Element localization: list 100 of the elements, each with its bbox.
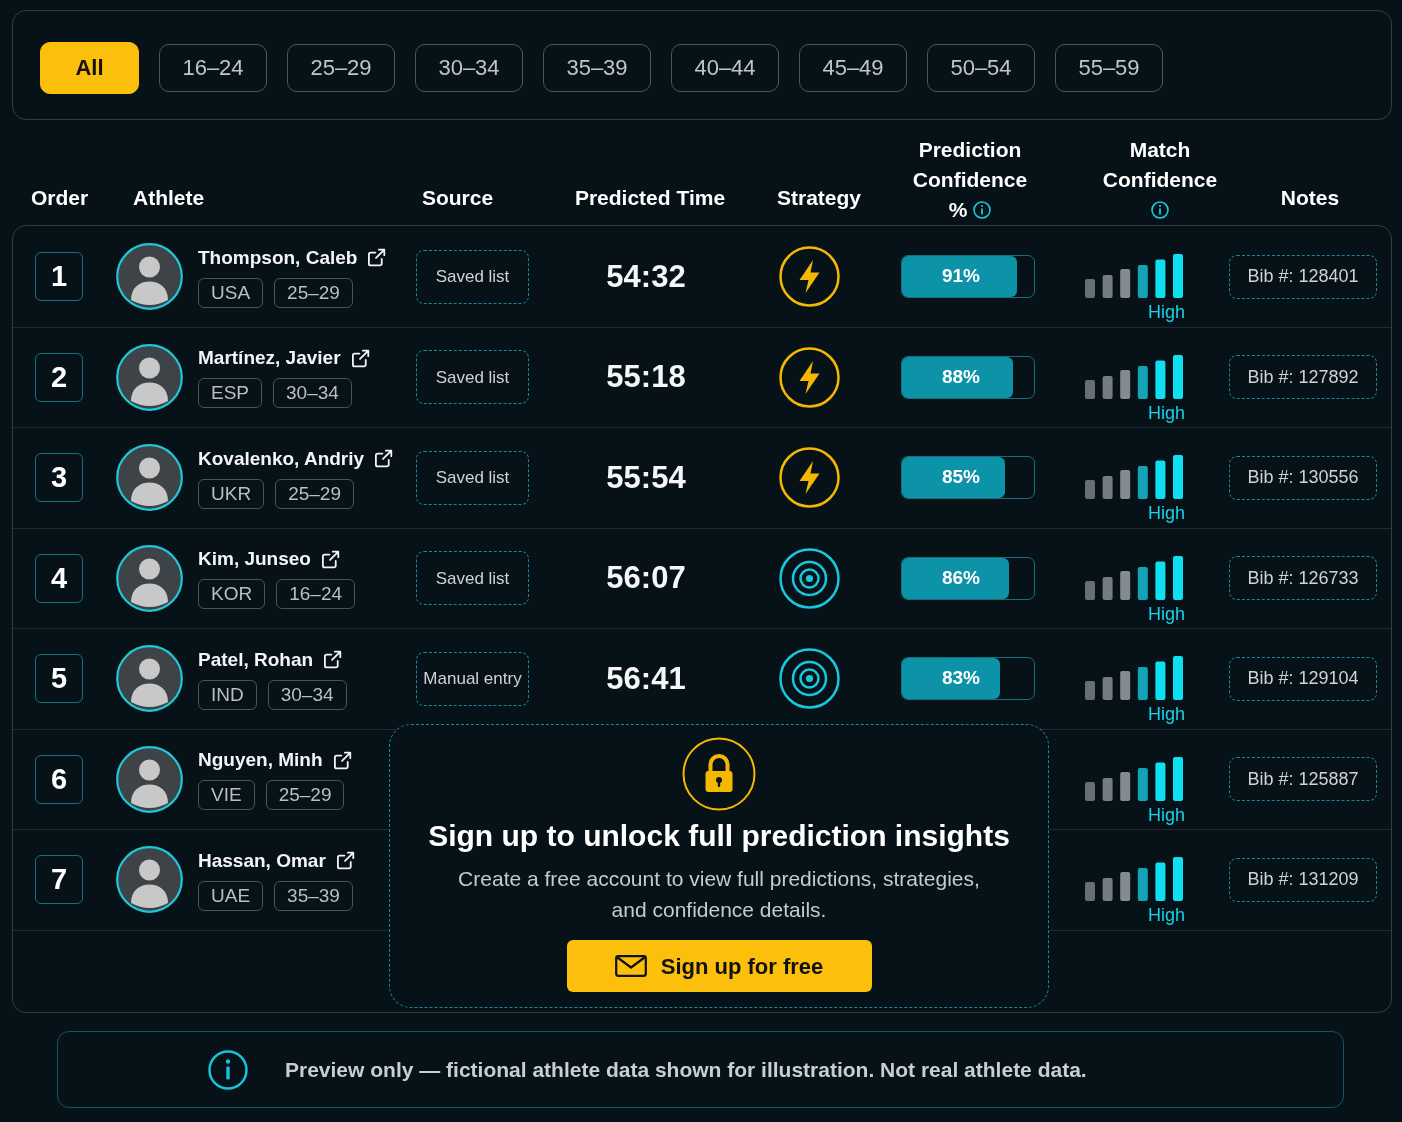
country-tag: KOR (198, 579, 266, 610)
age-group-tag: 30–34 (267, 679, 347, 710)
match-level-label: High (1147, 503, 1185, 523)
signal-bars-icon (1085, 254, 1185, 298)
avatar-icon (116, 343, 183, 411)
signal-bars-icon (1085, 354, 1185, 399)
rank-number: 5 (35, 654, 83, 704)
country-tag: UAE (198, 880, 264, 911)
external-link-icon[interactable] (321, 549, 340, 569)
signup-description: Create a free account to view full predictions, strategies, and confidence details. (457, 866, 981, 923)
age-group-tag: 25–29 (274, 277, 353, 308)
external-link-icon[interactable] (335, 851, 355, 871)
bib-note: Bib #: 131209 (1229, 857, 1377, 902)
column-header: Source (421, 185, 494, 211)
athlete-name: Kim, Junseo (198, 547, 311, 572)
source-tag: Saved list (416, 551, 529, 606)
confidence-percent: 83% (941, 666, 981, 691)
athlete-name: Kovalenko, Andriy (198, 446, 365, 471)
predicted-time: 56:07 (606, 559, 686, 597)
country-tag: ESP (198, 378, 263, 409)
avatar-icon (116, 745, 183, 813)
confidence-percent: 85% (941, 465, 981, 490)
bib-note: Bib #: 127892 (1229, 355, 1377, 400)
match-level-label: High (1147, 603, 1185, 624)
column-header: Notes (1280, 185, 1340, 211)
bib-note: Bib #: 126733 (1229, 556, 1377, 601)
source-tag: Saved list (416, 350, 529, 405)
rank-number: 4 (35, 553, 83, 603)
bib-note: Bib #: 128401 (1229, 254, 1377, 299)
athlete-name: Nguyen, Minh (198, 748, 323, 773)
external-link-icon[interactable] (374, 449, 394, 469)
predicted-time: 55:54 (606, 458, 686, 497)
athlete-name: Hassan, Omar (198, 848, 326, 873)
column-header: Prediction Confidence (911, 137, 1029, 193)
column-header: Match Confidence (1101, 137, 1219, 193)
envelope-icon (614, 955, 647, 977)
rank-number: 3 (35, 453, 83, 503)
notice-text: Preview only — fictional athlete data shown for illustration. Not real athlete data. (285, 1056, 1087, 1083)
age-filter-button[interactable]: 55–59 (1055, 44, 1163, 92)
confidence-percent: 91% (941, 264, 981, 289)
age-group-tag: 30–34 (273, 378, 352, 409)
age-filter-button[interactable]: 30–34 (415, 44, 523, 92)
info-icon[interactable] (1151, 201, 1169, 219)
column-header: Strategy (777, 185, 861, 211)
confidence-percent: 88% (941, 364, 981, 389)
age-filter-button[interactable]: 40–44 (671, 44, 779, 92)
bib-note: Bib #: 125887 (1229, 757, 1377, 802)
age-filter-button[interactable]: 50–54 (927, 44, 1035, 92)
age-filter-button[interactable]: 25–29 (287, 44, 395, 92)
source-tag: Saved list (416, 249, 529, 304)
avatar-icon (116, 544, 183, 612)
external-link-icon[interactable] (350, 348, 370, 368)
age-filter-button[interactable]: 45–49 (799, 44, 907, 92)
unit-label: % (948, 197, 968, 223)
signal-bars-icon (1085, 656, 1185, 700)
info-icon[interactable] (973, 201, 992, 219)
external-link-icon[interactable] (332, 750, 352, 770)
athlete-name: Martínez, Javier (198, 346, 341, 371)
lock-icon (682, 737, 756, 811)
signal-bars-icon (1085, 455, 1185, 499)
signal-bars-icon (1085, 857, 1185, 901)
signup-button[interactable]: Sign up for free (566, 940, 872, 992)
avatar-icon (116, 846, 183, 914)
rank-number: 2 (35, 352, 83, 402)
signup-title: Sign up to unlock full prediction insights (428, 818, 1010, 854)
country-tag: VIE (198, 780, 255, 811)
info-icon (208, 1049, 248, 1090)
column-header: Athlete (133, 185, 205, 211)
external-link-icon[interactable] (367, 248, 387, 268)
signal-bars-icon (1085, 555, 1185, 600)
age-filter-button[interactable]: 35–39 (543, 44, 651, 92)
athlete-name: Thompson, Caleb (198, 245, 358, 270)
predicted-time: 54:32 (606, 257, 686, 296)
avatar-icon (116, 444, 183, 512)
confidence-percent: 86% (941, 565, 981, 590)
match-level-label: High (1147, 302, 1185, 322)
age-group-tag: 35–39 (274, 880, 353, 911)
column-header: Order (31, 185, 89, 211)
age-group-tag: 25–29 (265, 780, 345, 811)
bib-note: Bib #: 129104 (1229, 656, 1377, 701)
source-tag: Saved list (416, 450, 529, 505)
age-group-tag: 16–24 (276, 579, 356, 610)
avatar-icon (116, 243, 183, 311)
age-filter-button[interactable]: All (40, 42, 139, 94)
country-tag: USA (198, 277, 264, 308)
country-tag: IND (198, 679, 257, 710)
avatar-icon (116, 645, 183, 713)
match-level-label: High (1147, 905, 1185, 925)
bib-note: Bib #: 130556 (1229, 455, 1377, 500)
source-tag: Manual entry (416, 651, 529, 706)
predicted-time: 56:41 (606, 659, 686, 698)
match-level-label: High (1147, 402, 1185, 423)
country-tag: UKR (198, 478, 265, 509)
column-header: Predicted Time (574, 185, 726, 211)
athlete-name: Patel, Rohan (198, 647, 314, 672)
age-filter-button[interactable]: 16–24 (159, 44, 267, 92)
predicted-time: 55:18 (606, 358, 686, 396)
external-link-icon[interactable] (323, 650, 343, 670)
age-group-tag: 25–29 (275, 478, 354, 509)
signal-bars-icon (1085, 756, 1185, 801)
